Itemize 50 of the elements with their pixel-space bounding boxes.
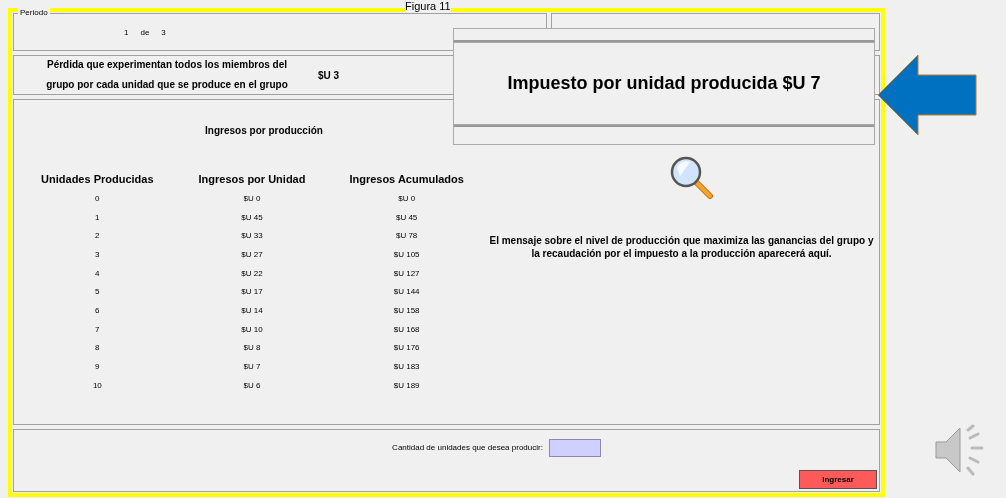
submit-button[interactable]: Ingresar	[799, 470, 877, 489]
table-cell: 0	[95, 193, 100, 203]
table-cell: $U 14	[241, 305, 263, 315]
period-word: de	[140, 27, 150, 39]
table-cell: 3	[95, 249, 100, 259]
table-cell: $U 78	[395, 231, 418, 241]
table-cell: $U 17	[241, 287, 263, 297]
popup-text: Impuesto por unidad producida $U 7	[507, 72, 821, 95]
table-cell: $U 33	[241, 231, 263, 241]
column-header: Ingresos Acumulados	[349, 173, 464, 185]
table-cell: $U 176	[393, 343, 420, 353]
message-text: El mensaje sobre el nivel de producción que maximiza las ganancias del grupo y la recaudación por el impuesto a la producción aparecerá aquí.	[489, 234, 874, 260]
table-cell: $U 144	[393, 287, 420, 297]
table-cell: $U 45	[241, 212, 263, 222]
column-header: Unidades Producidas	[41, 173, 154, 185]
table-cell: 9	[95, 362, 100, 372]
table-cell: 6	[95, 305, 100, 315]
table-cell: $U 22	[241, 268, 263, 278]
table-cell: $U 0	[398, 193, 416, 203]
table-cell: 10	[92, 380, 102, 390]
table-cell: $U 27	[241, 249, 263, 259]
income-title: Ingresos por producción	[205, 124, 323, 138]
magnifier-icon	[669, 156, 714, 200]
column-header: Ingresos por Unidad	[198, 173, 306, 185]
table-cell: 7	[95, 324, 100, 334]
table-cell: $U 158	[393, 305, 420, 315]
table-cell: $U 183	[393, 362, 420, 372]
arrow-icon	[877, 53, 979, 137]
table-cell: $U 105	[393, 249, 420, 259]
table-cell: $U 8	[243, 343, 261, 353]
table-cell: 1	[95, 212, 100, 222]
table-cell: 8	[95, 343, 100, 353]
table-cell: 5	[95, 287, 100, 297]
table-cell: $U 0	[243, 193, 261, 203]
table-cell: $U 127	[393, 268, 420, 278]
table-cell: 4	[95, 268, 100, 278]
table-cell: $U 189	[393, 380, 420, 390]
input-label: Cantidad de unidades que desea producir:	[392, 442, 543, 454]
table-cell: $U 168	[393, 324, 420, 334]
table-cell: $U 7	[243, 362, 261, 372]
table-cell: $U 10	[241, 324, 263, 334]
loss-value: $U 3	[318, 68, 340, 83]
loss-label: Pérdida que experimentan todos los miembros del grupo por cada unidad que se produce en el grupo	[45, 58, 289, 92]
table-cell: $U 6	[243, 380, 261, 390]
period-total: 3	[161, 27, 166, 39]
period-current: 1	[124, 27, 129, 39]
input-field[interactable]	[548, 439, 601, 457]
table-cell: $U 45	[395, 212, 418, 222]
table-cell: 2	[95, 231, 100, 241]
caption-text: Figura 11	[405, 0, 451, 12]
